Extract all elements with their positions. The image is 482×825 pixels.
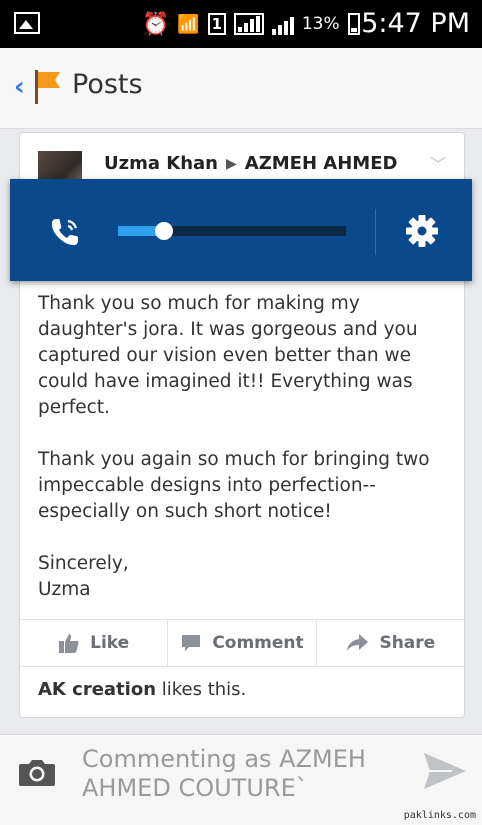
camera-icon[interactable] (18, 757, 56, 787)
volume-slider[interactable] (118, 222, 346, 240)
share-button[interactable]: Share (317, 620, 464, 666)
signal-icon (233, 13, 264, 35)
gear-icon[interactable] (405, 214, 439, 248)
page-title: Posts (72, 69, 143, 100)
post-actions: Like Comment Share (20, 619, 464, 667)
battery-icon (347, 13, 360, 35)
volume-panel (10, 179, 472, 281)
author-name[interactable]: Uzma Khan (104, 153, 218, 174)
post-paragraph: Thank you again so much for bringing two… (38, 449, 430, 522)
signal-2-icon (271, 13, 294, 35)
post-signoff: Sincerely, Uzma (38, 553, 129, 600)
battery-percent: 13% (301, 14, 340, 34)
clock: 5:47 PM (361, 8, 470, 39)
alarm-icon: ⏰ (142, 11, 170, 37)
wifi-icon: 📶 (177, 13, 200, 35)
like-label: Like (90, 633, 130, 653)
gallery-icon (14, 12, 40, 34)
liker-name[interactable]: AK creation (38, 679, 156, 700)
volume-slider-thumb[interactable] (154, 222, 173, 240)
flag-icon[interactable] (32, 70, 62, 104)
chevron-down-icon[interactable]: ﹀ (430, 151, 446, 175)
post-paragraph: Thank you so much for making my daughter… (38, 293, 418, 418)
call-volume-icon (51, 219, 78, 246)
watermark: paklinks.com (403, 810, 476, 821)
send-icon[interactable] (422, 751, 468, 791)
likes-suffix: likes this. (156, 679, 247, 700)
post-header: Uzma Khan ▶ AZMEH AHMED (104, 153, 397, 174)
app-bar: ‹ Posts (0, 48, 482, 129)
comment-composer: Commenting as AZMEH AHMED COUTURE` pakli… (0, 734, 482, 825)
likes-summary: AK creation likes this. (38, 679, 246, 700)
panel-divider (375, 209, 376, 255)
comment-button[interactable]: Comment (168, 620, 317, 666)
post-body: Thank you so much for making my daughter… (38, 291, 448, 629)
comment-icon (182, 635, 201, 651)
share-icon (347, 634, 369, 651)
comment-input[interactable]: Commenting as AZMEH AHMED COUTURE` (82, 745, 402, 803)
comment-label: Comment (212, 633, 304, 653)
status-icons: ⏰ 📶 1 13% (142, 10, 360, 38)
arrow-right-icon: ▶ (226, 155, 237, 172)
sim-icon: 1 (207, 13, 226, 35)
status-bar: ⏰ 📶 1 13% 5:47 PM (0, 0, 482, 48)
thumbs-up-icon (59, 634, 79, 653)
back-icon[interactable]: ‹ (14, 72, 25, 102)
like-button[interactable]: Like (20, 620, 169, 666)
share-label: Share (379, 633, 436, 653)
target-name[interactable]: AZMEH AHMED (245, 153, 398, 174)
